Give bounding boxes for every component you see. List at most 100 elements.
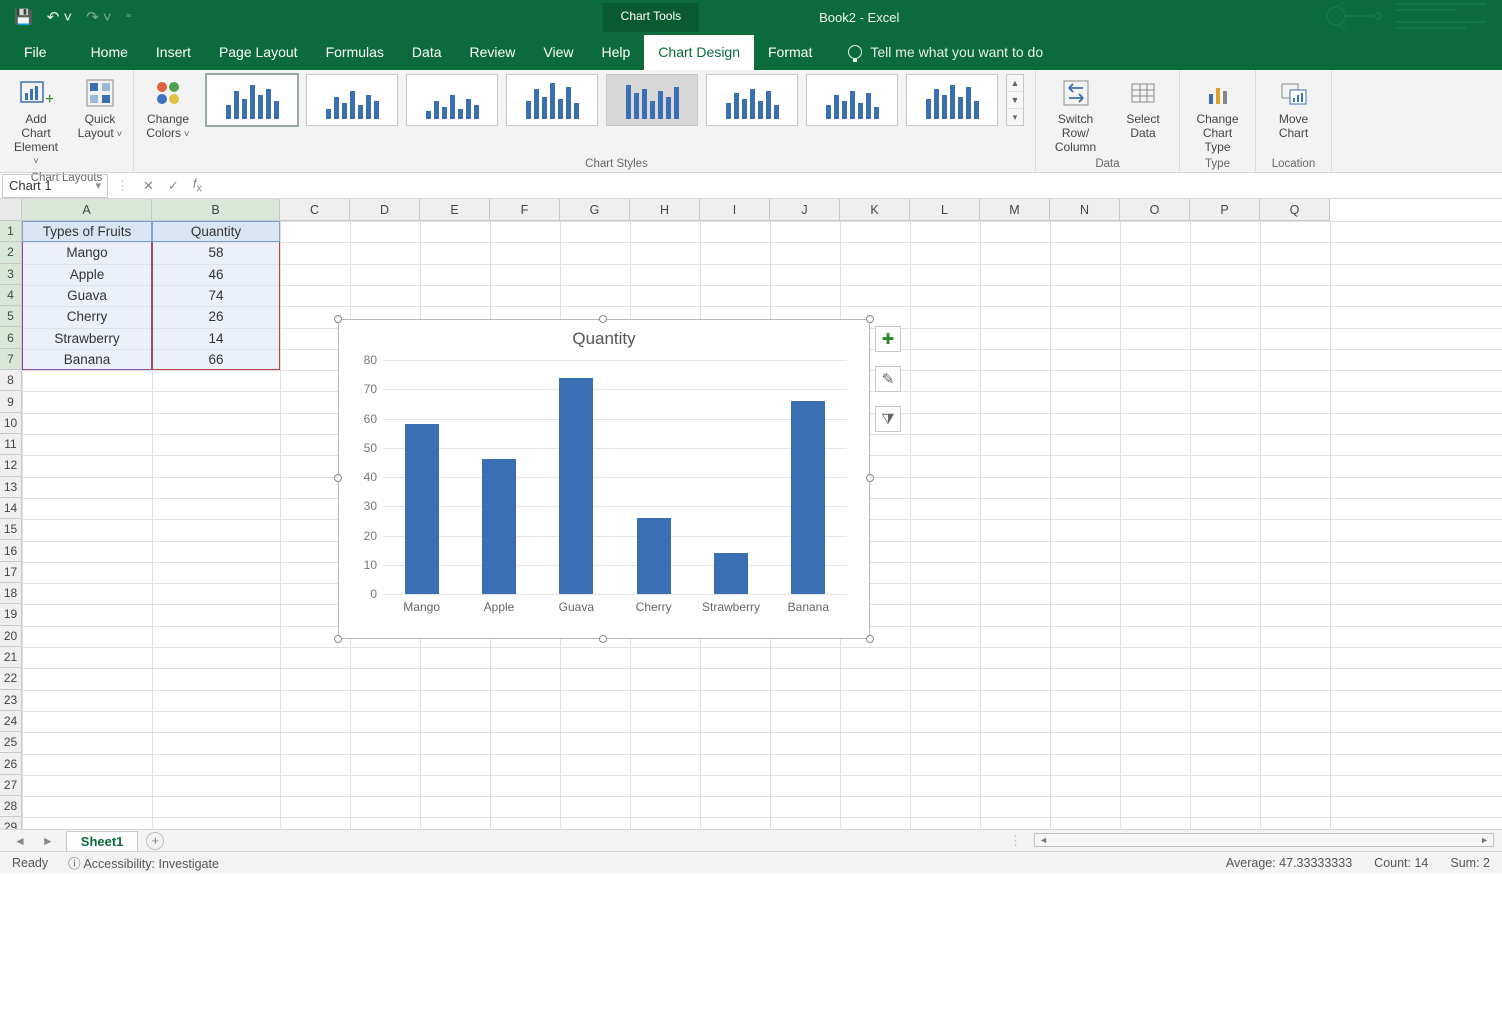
- tab-home[interactable]: Home: [77, 35, 142, 70]
- row-header[interactable]: 28: [0, 796, 22, 817]
- horizontal-scrollbar[interactable]: [1034, 833, 1494, 847]
- worksheet[interactable]: ABCDEFGHIJKLMNOPQ 1234567891011121314151…: [0, 199, 1502, 829]
- resize-handle[interactable]: [866, 474, 874, 482]
- column-header[interactable]: H: [630, 199, 700, 221]
- chart-bar[interactable]: [791, 401, 825, 594]
- chart-style-thumb[interactable]: [806, 74, 898, 126]
- add-chart-element-button[interactable]: + Add Chart Element: [8, 74, 64, 170]
- row-header[interactable]: 12: [0, 455, 22, 476]
- row-header[interactable]: 4: [0, 285, 22, 306]
- row-header[interactable]: 21: [0, 647, 22, 668]
- cell[interactable]: 66: [152, 349, 280, 370]
- chart-bar[interactable]: [405, 424, 439, 594]
- row-header[interactable]: 15: [0, 519, 22, 540]
- cell[interactable]: 14: [152, 328, 280, 349]
- chart-title[interactable]: Quantity: [339, 320, 869, 353]
- column-header[interactable]: Q: [1260, 199, 1330, 221]
- column-header[interactable]: P: [1190, 199, 1260, 221]
- column-header[interactable]: J: [770, 199, 840, 221]
- cell[interactable]: Quantity: [152, 221, 280, 242]
- chart-style-thumb[interactable]: [206, 74, 298, 126]
- cell[interactable]: Strawberry: [22, 328, 152, 349]
- column-header[interactable]: I: [700, 199, 770, 221]
- cell[interactable]: 58: [152, 242, 280, 263]
- column-header[interactable]: L: [910, 199, 980, 221]
- column-header[interactable]: E: [420, 199, 490, 221]
- resize-handle[interactable]: [866, 315, 874, 323]
- qat-more-icon[interactable]: ⁼: [126, 11, 132, 24]
- row-header[interactable]: 24: [0, 711, 22, 732]
- column-header[interactable]: K: [840, 199, 910, 221]
- chart-style-thumb[interactable]: [906, 74, 998, 126]
- column-header[interactable]: M: [980, 199, 1050, 221]
- resize-handle[interactable]: [334, 315, 342, 323]
- row-header[interactable]: 25: [0, 732, 22, 753]
- chevron-down-icon[interactable]: ▾: [95, 179, 101, 192]
- column-header[interactable]: C: [280, 199, 350, 221]
- chart-style-thumb[interactable]: [706, 74, 798, 126]
- quick-layout-button[interactable]: Quick Layout: [72, 74, 128, 143]
- resize-handle[interactable]: [334, 474, 342, 482]
- row-header[interactable]: 2: [0, 242, 22, 263]
- tab-file[interactable]: File: [10, 35, 61, 70]
- row-header[interactable]: 26: [0, 753, 22, 774]
- save-icon[interactable]: 💾: [14, 8, 33, 26]
- chart-bar[interactable]: [714, 553, 748, 594]
- row-header[interactable]: 20: [0, 626, 22, 647]
- cell[interactable]: 26: [152, 306, 280, 327]
- row-header[interactable]: 8: [0, 370, 22, 391]
- tab-page-layout[interactable]: Page Layout: [205, 35, 312, 70]
- tab-format[interactable]: Format: [754, 35, 826, 70]
- move-chart-button[interactable]: Move Chart: [1264, 74, 1323, 143]
- plot-area[interactable]: 01020304050607080MangoAppleGuavaCherrySt…: [383, 360, 847, 594]
- chart-styles-button[interactable]: ✎: [875, 366, 901, 392]
- tab-chart-design[interactable]: Chart Design: [644, 35, 754, 70]
- chart-style-thumb[interactable]: [606, 74, 698, 126]
- row-header[interactable]: 27: [0, 775, 22, 796]
- tab-view[interactable]: View: [529, 35, 587, 70]
- change-colors-button[interactable]: Change Colors: [140, 74, 196, 143]
- row-header[interactable]: 6: [0, 327, 22, 348]
- select-all-corner[interactable]: [0, 199, 22, 221]
- cell[interactable]: 74: [152, 285, 280, 306]
- column-header[interactable]: O: [1120, 199, 1190, 221]
- redo-icon[interactable]: ↷ ˅: [86, 8, 112, 26]
- chart-elements-button[interactable]: ✚: [875, 326, 901, 352]
- resize-handle[interactable]: [599, 635, 607, 643]
- chart-bar[interactable]: [637, 518, 671, 594]
- chart-bar[interactable]: [482, 459, 516, 594]
- row-header[interactable]: 11: [0, 434, 22, 455]
- embedded-chart[interactable]: Quantity 01020304050607080MangoAppleGuav…: [338, 319, 870, 639]
- tab-insert[interactable]: Insert: [142, 35, 205, 70]
- chart-style-thumb[interactable]: [306, 74, 398, 126]
- undo-icon[interactable]: ↶ ˅: [47, 8, 73, 26]
- column-header[interactable]: F: [490, 199, 560, 221]
- tab-scroll-right-icon[interactable]: ►: [38, 834, 58, 848]
- new-sheet-button[interactable]: +: [146, 832, 164, 850]
- row-header[interactable]: 5: [0, 306, 22, 327]
- enter-icon[interactable]: ✓: [168, 178, 179, 194]
- column-header[interactable]: B: [152, 199, 280, 221]
- row-header[interactable]: 7: [0, 349, 22, 370]
- chart-bar[interactable]: [559, 378, 593, 594]
- cell[interactable]: Banana: [22, 349, 152, 370]
- select-data-button[interactable]: Select Data: [1115, 74, 1171, 143]
- tab-scroll-left-icon[interactable]: ◄: [10, 834, 30, 848]
- name-box[interactable]: Chart 1 ▾: [2, 174, 108, 198]
- cell[interactable]: Types of Fruits: [22, 221, 152, 242]
- resize-handle[interactable]: [599, 315, 607, 323]
- sheet-tab-sheet1[interactable]: Sheet1: [66, 831, 139, 851]
- cell[interactable]: Apple: [22, 264, 152, 285]
- tab-review[interactable]: Review: [456, 35, 530, 70]
- chart-filters-button[interactable]: ⧩: [875, 406, 901, 432]
- row-header[interactable]: 29: [0, 817, 22, 829]
- column-header[interactable]: A: [22, 199, 152, 221]
- row-header[interactable]: 13: [0, 477, 22, 498]
- column-header[interactable]: G: [560, 199, 630, 221]
- switch-row-column-button[interactable]: Switch Row/ Column: [1044, 74, 1107, 156]
- row-header[interactable]: 23: [0, 690, 22, 711]
- chart-style-thumb[interactable]: [406, 74, 498, 126]
- resize-handle[interactable]: [334, 635, 342, 643]
- cancel-icon[interactable]: ✕: [143, 178, 154, 194]
- chart-style-thumb[interactable]: [506, 74, 598, 126]
